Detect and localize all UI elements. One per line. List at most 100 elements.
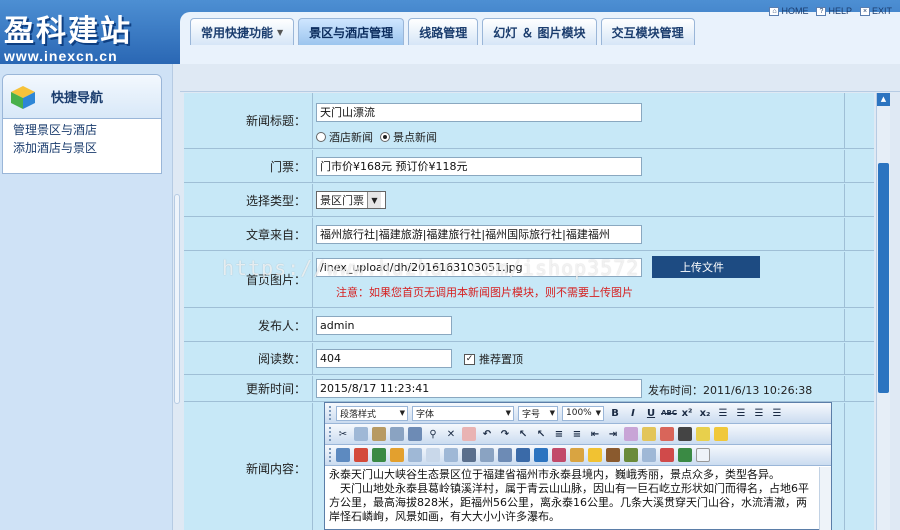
ordered-list-icon[interactable]: ≡ [552, 427, 566, 441]
home-link[interactable]: ⌂ HOME [769, 6, 808, 16]
align-right-icon[interactable]: ☰ [752, 406, 766, 420]
title-label: 新闻标题： [245, 114, 306, 128]
upload-icon[interactable] [390, 448, 404, 462]
flash-icon[interactable] [354, 448, 368, 462]
sidebar: 快捷导航 管理景区与酒店 添加酒店与景区 [0, 64, 172, 530]
tab-shortcuts[interactable]: 常用快捷功能 ▼ [190, 18, 295, 45]
align-center-icon[interactable]: ☰ [734, 406, 748, 420]
paste-icon[interactable] [372, 427, 386, 441]
brush-icon[interactable] [678, 427, 692, 441]
publisher-input[interactable]: admin [316, 316, 452, 335]
sidebar-splitter[interactable] [172, 64, 180, 530]
date-icon[interactable] [624, 448, 638, 462]
info-icon[interactable] [696, 448, 710, 462]
unlink-icon[interactable] [570, 448, 584, 462]
preview-icon[interactable] [642, 448, 656, 462]
font-select[interactable]: 字体 ▼ [412, 405, 514, 421]
strikethrough-icon[interactable]: ABC [661, 406, 677, 420]
sidebar-item-add[interactable]: 添加酒店与景区 [3, 139, 161, 157]
link-icon[interactable] [516, 448, 530, 462]
media-icon[interactable] [372, 448, 386, 462]
paragraph-style-select[interactable]: 段落样式 ▼ [336, 405, 408, 421]
bold-icon[interactable]: B [608, 406, 622, 420]
copy-icon[interactable] [354, 427, 368, 441]
paste-word-icon[interactable] [408, 427, 422, 441]
paste-text-icon[interactable] [390, 427, 404, 441]
source-input[interactable]: 福州旅行社|福建旅游|福建旅行社|福州国际旅行社|福建福州 [316, 225, 642, 244]
editor-content[interactable]: 永泰天门山大峡谷生态景区位于福建省福州市永泰县境内，巍峨秀丽，景点众多，类型各异… [325, 466, 831, 529]
subscript-icon[interactable]: x₂ [698, 406, 712, 420]
hr-icon[interactable] [426, 448, 440, 462]
tab-scenic-hotel[interactable]: 景区与酒店管理 [298, 18, 405, 45]
cut-icon[interactable]: ✂ [336, 427, 350, 441]
highlight-icon[interactable] [714, 427, 728, 441]
align-justify-icon[interactable]: ☰ [770, 406, 784, 420]
form-row-image: 首页图片： /inex_upload/dh/2016163103051.jpg … [184, 252, 874, 308]
image-path-input[interactable]: /inex_upload/dh/2016163103051.jpg [316, 258, 642, 277]
title-input[interactable]: 天门山漂流 [316, 103, 642, 122]
marquee-icon[interactable] [498, 448, 512, 462]
table-icon[interactable] [408, 448, 422, 462]
fullscreen-icon[interactable] [660, 448, 674, 462]
format-icon[interactable] [660, 427, 674, 441]
italic-icon[interactable]: I [626, 406, 640, 420]
zoom-select[interactable]: 100% ▼ [562, 405, 604, 421]
chevron-down-icon: ▼ [399, 409, 405, 417]
cube-icon [11, 85, 35, 109]
update-time-input[interactable]: 2015/8/17 11:23:41 [316, 379, 642, 398]
views-input[interactable]: 404 [316, 349, 452, 368]
scroll-up-icon[interactable]: ▲ [877, 93, 890, 106]
scrollbar-thumb[interactable] [878, 163, 889, 393]
upload-button[interactable]: 上传文件 [652, 256, 760, 278]
redo-icon[interactable]: ↷ [498, 427, 512, 441]
help-link[interactable]: ? HELP [816, 6, 852, 16]
checkbox-label: 推荐置顶 [479, 353, 523, 366]
font-color-icon[interactable] [624, 427, 638, 441]
main-scrollbar[interactable]: ▲ [876, 93, 890, 530]
recommend-top-checkbox[interactable]: ✓ 推荐置顶 [464, 351, 523, 367]
form-icon[interactable] [480, 448, 494, 462]
underline-icon[interactable]: U [644, 406, 658, 420]
find-icon[interactable]: ⚲ [426, 427, 440, 441]
anchor-icon[interactable] [552, 448, 566, 462]
unordered-list-icon[interactable]: ≡ [570, 427, 584, 441]
tab-routes[interactable]: 线路管理 [408, 18, 479, 45]
eraser-icon[interactable] [462, 427, 476, 441]
emoticon-icon[interactable] [588, 448, 602, 462]
page-icon[interactable] [462, 448, 476, 462]
editor-scrollbar[interactable] [819, 467, 831, 530]
font-size-select[interactable]: 字号 ▼ [518, 405, 558, 421]
form-row-title: 新闻标题： 天门山漂流 酒店新闻 景点新闻 [184, 93, 874, 149]
indent-icon[interactable]: ⇥ [606, 427, 620, 441]
ticket-input[interactable]: 门市价¥168元 预订价¥118元 [316, 157, 642, 176]
textbox-icon[interactable] [444, 448, 458, 462]
select-icon[interactable]: ↖ [516, 427, 530, 441]
content-label: 新闻内容： [245, 461, 306, 476]
radio-label: 景点新闻 [393, 131, 437, 144]
globe-icon[interactable] [534, 448, 548, 462]
tab-slides-images[interactable]: 幻灯 ＆ 图片模块 [482, 18, 597, 45]
special-char-icon[interactable] [606, 448, 620, 462]
category-select[interactable]: 景区门票 ▼ [316, 191, 386, 209]
update-time-label: 更新时间： [245, 382, 306, 396]
align-left-icon[interactable]: ☰ [716, 406, 730, 420]
pointer-icon[interactable]: ↖ [534, 427, 548, 441]
background-color-icon[interactable] [642, 427, 656, 441]
image-label: 首页图片： [245, 273, 306, 287]
outdent-icon[interactable]: ⇤ [588, 427, 602, 441]
logo-url: www.inexcn.cn [4, 48, 118, 64]
radio-scenic-news[interactable]: 景点新闻 [380, 129, 437, 145]
code-icon[interactable] [678, 448, 692, 462]
superscript-icon[interactable]: x² [680, 406, 694, 420]
image-note: 注意：如果您首页无调用本新闻图片模块，则不需要上传图片 [336, 286, 633, 299]
undo-icon[interactable]: ↶ [480, 427, 494, 441]
sidebar-item-manage[interactable]: 管理景区与酒店 [3, 121, 161, 139]
radio-hotel-news[interactable]: 酒店新闻 [316, 129, 373, 145]
editor-toolbar-2: ✂ ⚲ ✕ ↶ ↷ ↖ ↖ ≡ ≡ ⇤ ⇥ [325, 424, 831, 445]
exit-link[interactable]: × EXIT [859, 6, 892, 16]
home-label: HOME [781, 6, 809, 16]
image-icon[interactable] [336, 448, 350, 462]
delete-icon[interactable]: ✕ [444, 427, 458, 441]
box-icon[interactable] [696, 427, 710, 441]
tab-interaction[interactable]: 交互模块管理 [600, 18, 695, 45]
